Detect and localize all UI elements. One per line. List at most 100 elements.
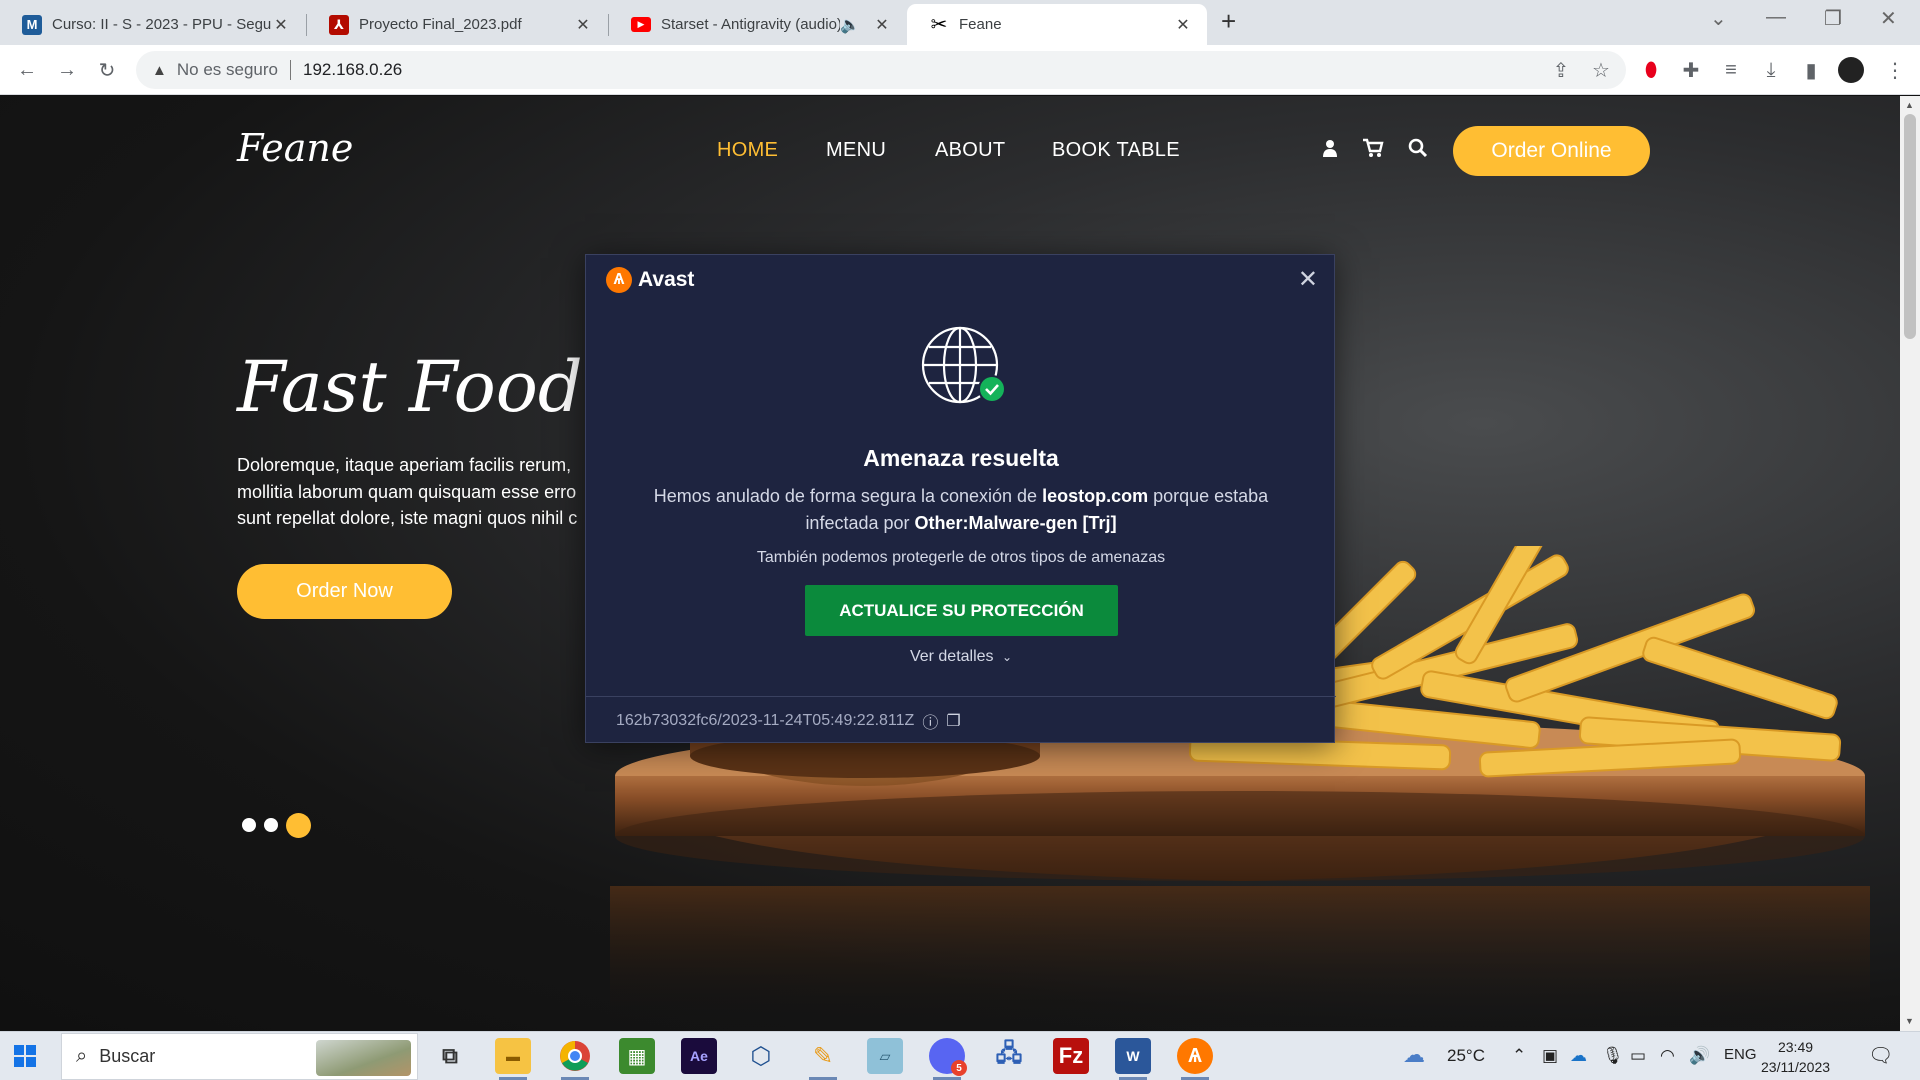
close-icon[interactable]: ✕: [1173, 15, 1193, 35]
file-explorer-icon[interactable]: ▬: [495, 1038, 531, 1080]
avast-brand: Avast: [638, 268, 695, 291]
word-icon[interactable]: W: [1115, 1038, 1151, 1080]
search-icon: ⌕: [76, 1045, 88, 1067]
windows-start-icon[interactable]: [14, 1045, 36, 1067]
clock-time[interactable]: 23:49: [1761, 1037, 1830, 1057]
close-icon[interactable]: ✕: [271, 15, 291, 35]
tab-title: Starset - Antigravity (audio): [661, 16, 840, 33]
wifi-icon[interactable]: ◠: [1660, 1046, 1675, 1066]
notifications-icon[interactable]: 🗨: [1868, 1043, 1893, 1068]
dialog-footer: 162b73032fc6/2023-11-24T05:49:22.811Z ⓘ …: [616, 709, 961, 733]
address-divider: [289, 60, 291, 80]
taskbar-search[interactable]: ⌕ Buscar: [61, 1033, 418, 1080]
clock-date[interactable]: 23/11/2023: [1761, 1057, 1830, 1077]
virtualbox-icon[interactable]: ⬡: [743, 1038, 779, 1074]
close-icon[interactable]: ✕: [1298, 265, 1318, 294]
avatar[interactable]: [1836, 55, 1866, 85]
warning-icon[interactable]: ▲: [152, 62, 167, 79]
nav-about[interactable]: ABOUT: [935, 139, 1005, 162]
nav-book-table[interactable]: BOOK TABLE: [1052, 139, 1180, 162]
tab-title: Curso: II - S - 2023 - PPU - Segu: [52, 16, 271, 33]
details-label[interactable]: Ver detalles: [910, 648, 994, 665]
tab-feane[interactable]: ✂ Feane ✕: [907, 4, 1207, 45]
volume-icon[interactable]: 🔊: [1689, 1046, 1710, 1066]
carousel-dot[interactable]: [242, 818, 256, 832]
view-details-link[interactable]: Ver detalles ⌄: [586, 648, 1336, 666]
back-icon[interactable]: ←: [12, 55, 42, 85]
weather-icon[interactable]: ☁: [1403, 1042, 1425, 1068]
new-tab-button[interactable]: +: [1221, 6, 1236, 37]
microphone-icon[interactable]: 🎙: [1602, 1046, 1624, 1066]
page-scrollbar[interactable]: ▲ ▼: [1900, 96, 1920, 1031]
onedrive-icon[interactable]: ☁: [1570, 1046, 1587, 1066]
system-clock[interactable]: 23:49 23/11/2023: [1761, 1037, 1830, 1077]
window-close-icon[interactable]: ✕: [1880, 6, 1897, 31]
moodle-icon: M: [22, 14, 42, 35]
chrome-icon[interactable]: [557, 1038, 593, 1080]
restore-icon[interactable]: ❐: [1824, 6, 1842, 31]
side-panel-icon[interactable]: ▮: [1796, 55, 1826, 85]
tab-youtube[interactable]: ▶ Starset - Antigravity (audio) 🔈 ✕: [609, 4, 906, 45]
discord-badge: 5: [951, 1060, 967, 1076]
info-icon[interactable]: ⓘ: [922, 709, 938, 733]
address-bar[interactable]: ▲ No es seguro 192.168.0.26: [136, 51, 1626, 89]
copy-icon[interactable]: ❐: [946, 711, 960, 731]
carousel-dot[interactable]: [264, 818, 278, 832]
dialog-description: Hemos anulado de forma segura la conexió…: [616, 483, 1306, 537]
dialog-divider: [586, 696, 1336, 697]
avast-logo-icon: Ѧ: [606, 267, 632, 293]
chevron-down-icon[interactable]: ⌄: [1002, 650, 1012, 664]
desc-text: Hemos anulado de forma segura la conexió…: [653, 486, 1038, 506]
forward-icon[interactable]: →: [52, 55, 82, 85]
opera-extension-icon[interactable]: ⬮: [1636, 55, 1666, 85]
filezilla-icon[interactable]: Fz: [1053, 1038, 1089, 1074]
weather-temp[interactable]: 25°C: [1447, 1046, 1485, 1066]
battery-icon[interactable]: ▭: [1630, 1046, 1646, 1066]
language-indicator[interactable]: ENG: [1724, 1046, 1757, 1063]
bookmark-star-icon[interactable]: ☆: [1586, 55, 1616, 85]
discord-icon[interactable]: 5: [929, 1038, 967, 1080]
tab-title: Feane: [959, 16, 1002, 33]
tab-moodle[interactable]: M Curso: II - S - 2023 - PPU - Segu ✕: [0, 4, 305, 45]
desc-text: porque estaba: [1153, 486, 1269, 506]
avast-taskbar-icon[interactable]: Ѧ: [1177, 1038, 1213, 1080]
carousel-dot-active[interactable]: [286, 813, 311, 838]
meet-icon[interactable]: ▣: [1542, 1046, 1558, 1066]
nav-home[interactable]: HOME: [717, 139, 778, 162]
user-icon[interactable]: [1322, 138, 1338, 164]
speaker-icon[interactable]: 🔈: [840, 15, 860, 35]
scroll-up-icon[interactable]: ▲: [1905, 100, 1914, 110]
media-queue-icon[interactable]: ≡: [1716, 55, 1746, 85]
tab-search-icon[interactable]: ⌄: [1710, 6, 1727, 31]
url-text[interactable]: 192.168.0.26: [303, 60, 402, 80]
paint-icon[interactable]: ✎: [805, 1038, 841, 1080]
task-view-icon[interactable]: ⧉: [432, 1038, 468, 1074]
scrollbar-thumb[interactable]: [1904, 114, 1916, 339]
network-app-icon[interactable]: 🖧: [991, 1038, 1027, 1074]
close-icon[interactable]: ✕: [872, 15, 892, 35]
share-icon[interactable]: ⇪: [1546, 55, 1576, 85]
site-logo[interactable]: Feane: [237, 126, 353, 170]
minimize-icon[interactable]: —: [1766, 6, 1786, 29]
tab-pdf[interactable]: ⅄ Proyecto Final_2023.pdf ✕: [307, 4, 607, 45]
taskbar: ⌕ Buscar ⧉ ▬ ▦ Ae ⬡ ✎ ▱ 5 🖧 Fz W Ѧ ☁ 25°…: [0, 1031, 1920, 1080]
order-online-button[interactable]: Order Online: [1453, 126, 1650, 176]
search-placeholder[interactable]: Buscar: [99, 1046, 155, 1067]
order-now-button[interactable]: Order Now: [237, 564, 452, 619]
extensions-icon[interactable]: ✚: [1676, 55, 1706, 85]
minecraft-icon[interactable]: ▦: [619, 1038, 655, 1074]
scroll-down-icon[interactable]: ▼: [1905, 1016, 1914, 1026]
chevron-up-icon[interactable]: ⌃: [1512, 1046, 1526, 1066]
close-icon[interactable]: ✕: [573, 15, 593, 35]
nav-menu[interactable]: MENU: [826, 139, 886, 162]
cart-icon[interactable]: [1362, 138, 1384, 164]
download-icon[interactable]: ⤓: [1756, 55, 1786, 85]
kebab-menu-icon[interactable]: ⋮: [1880, 55, 1910, 85]
search-icon[interactable]: [1408, 138, 1428, 164]
tab-strip: M Curso: II - S - 2023 - PPU - Segu ✕ ⅄ …: [0, 0, 1920, 45]
upgrade-protection-button[interactable]: ACTUALICE SU PROTECCIÓN: [805, 585, 1118, 636]
security-label[interactable]: No es seguro: [177, 60, 278, 80]
notes-icon[interactable]: ▱: [867, 1038, 903, 1074]
reload-icon[interactable]: ↻: [92, 55, 122, 85]
after-effects-icon[interactable]: Ae: [681, 1038, 717, 1074]
